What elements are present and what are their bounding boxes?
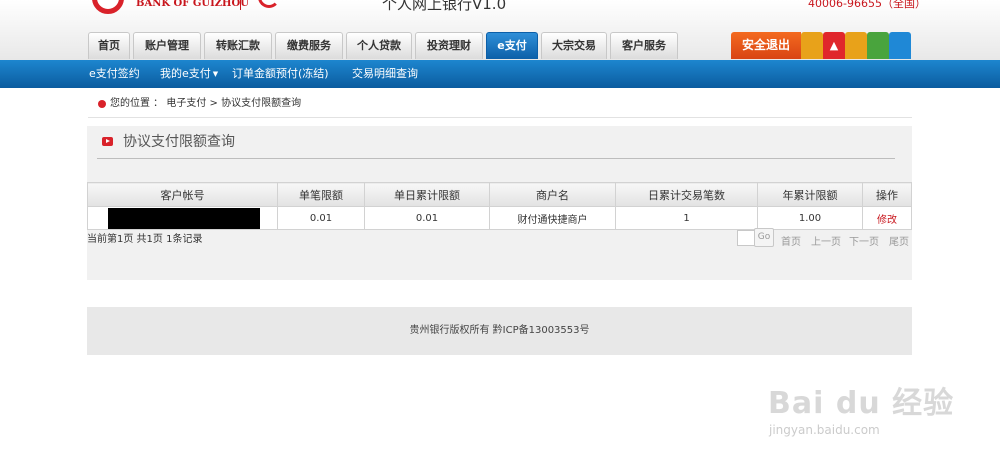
shirt-icon[interactable]: ▲ (823, 32, 845, 59)
col-daily-limit: 单日累计限额 (364, 182, 490, 207)
col-action: 操作 (862, 182, 912, 207)
page-number-input[interactable] (737, 230, 755, 246)
tab-investment[interactable]: 投资理财 (415, 32, 483, 59)
footer: 贵州银行版权所有 黔ICP备13003553号 (87, 307, 912, 355)
col-daily-count: 日累计交易笔数 (615, 182, 758, 207)
tab-e-payment[interactable]: e支付 (486, 32, 538, 59)
tab-personal-loans[interactable]: 个人贷款 (346, 32, 412, 59)
tab-bulk-trading[interactable]: 大宗交易 (541, 32, 607, 59)
panel-title: 协议支付限额查询 (123, 134, 235, 150)
cell-yearly-limit: 1.00 (757, 206, 863, 230)
edit-link[interactable]: 修改 (877, 215, 897, 226)
skin-orange-button[interactable] (801, 32, 823, 59)
tab-customer-service[interactable]: 客户服务 (610, 32, 678, 59)
first-page-link[interactable]: 首页 (781, 233, 801, 248)
cell-daily-count: 1 (615, 206, 758, 230)
tab-payment-services[interactable]: 缴费服务 (275, 32, 343, 59)
cell-merchant: 财付通快捷商户 (489, 206, 616, 230)
go-button[interactable]: Go (754, 228, 774, 247)
subnav-my-e-payment[interactable]: 我的e支付 ▼ (160, 60, 218, 88)
skin-yellow-button[interactable] (845, 32, 867, 59)
subnav-order-prepay[interactable]: 订单金额预付(冻结) (232, 60, 329, 88)
redacted-account (107, 208, 260, 229)
copyright-text: 贵州银行版权所有 黔ICP备13003553号 (409, 325, 590, 336)
prev-page-link[interactable]: 上一页 (811, 233, 841, 248)
col-merchant: 商户名 (489, 182, 616, 207)
caret-down-icon: ▼ (212, 70, 219, 78)
breadcrumb-path: 电子支付 > 协议支付限额查询 (166, 98, 302, 109)
last-page-link[interactable]: 尾页 (889, 233, 909, 248)
service-hotline: 40006-96655（全国） (808, 0, 926, 10)
col-single-limit: 单笔限额 (277, 182, 365, 207)
subnav-my-e-payment-label: 我的e支付 (160, 67, 211, 80)
bank-name: BANK OF GUIZHOU (136, 0, 249, 9)
tab-home[interactable]: 首页 (88, 32, 130, 59)
cell-daily-limit: 0.01 (364, 206, 490, 230)
tab-transfer[interactable]: 转账汇款 (204, 32, 272, 59)
limits-table: 客户帐号 单笔限额 单日累计限额 商户名 日累计交易笔数 年累计限额 操作 0.… (87, 182, 912, 230)
location-icon (98, 100, 106, 108)
play-icon (102, 137, 113, 146)
subnav-transaction-query[interactable]: 交易明细查询 (352, 60, 418, 88)
record-count: 当前第1页 共1页 1条记录 (87, 234, 203, 245)
watermark-url: jingyan.baidu.com (769, 423, 880, 437)
skin-blue-button[interactable] (889, 32, 911, 59)
cell-account (87, 206, 278, 230)
sub-nav: e支付签约 我的e支付 ▼ 订单金额预付(冻结) 交易明细查询 (0, 60, 1000, 88)
col-yearly-limit: 年累计限额 (757, 182, 863, 207)
bank-logo-icon (92, 0, 124, 14)
table-row: 0.01 0.01 财付通快捷商户 1 1.00 修改 (87, 206, 912, 230)
ebank-logo-icon (258, 0, 280, 8)
title-divider (97, 158, 895, 159)
col-account: 客户帐号 (87, 182, 278, 207)
watermark-logo: Bai du 经验 (768, 386, 955, 421)
cell-single-limit: 0.01 (277, 206, 365, 230)
subnav-e-payment-signing[interactable]: e支付签约 (89, 60, 140, 88)
cell-action: 修改 (862, 206, 912, 230)
limit-query-panel: 协议支付限额查询 客户帐号 单笔限额 单日累计限额 商户名 日累计交易笔数 年累… (87, 126, 912, 280)
breadcrumb: 您的位置 ： 电子支付 > 协议支付限额查询 (88, 91, 912, 118)
skin-green-button[interactable] (867, 32, 889, 59)
breadcrumb-text: 您的位置 ： 电子支付 > 协议支付限额查询 (110, 91, 301, 117)
breadcrumb-prefix: 您的位置 ： (110, 98, 164, 109)
logo-divider (240, 0, 241, 10)
next-page-link[interactable]: 下一页 (849, 233, 879, 248)
logout-button[interactable]: 安全退出 (731, 32, 801, 59)
site-title: 个人网上银行V1.0 (382, 0, 507, 13)
table-header-row: 客户帐号 单笔限额 单日累计限额 商户名 日累计交易笔数 年累计限额 操作 (87, 182, 912, 207)
tab-account-management[interactable]: 账户管理 (133, 32, 201, 59)
